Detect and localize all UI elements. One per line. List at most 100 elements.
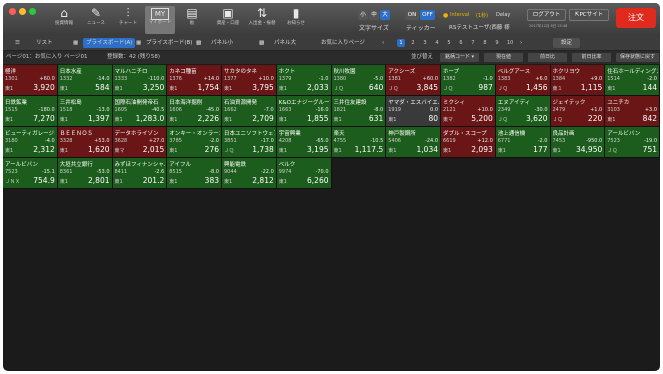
font-size-large-button[interactable]: 大: [380, 10, 390, 20]
stock-panel[interactable]: 興能電鉄 9044 -22.0 東1 2,812: [222, 158, 277, 189]
stock-panel[interactable]: ビューティガレージ 3180 -4.0 東1 2,312: [3, 127, 58, 158]
stock-price: 3,795: [252, 83, 274, 92]
close-window-button[interactable]: [9, 8, 16, 15]
stock-panel[interactable]: 国際石油開発帝石 1605 -40.5 東1 1,283.0: [112, 96, 168, 127]
stock-panel[interactable]: 日鉄鉱業 1515 -180.0 東1 7,270: [3, 96, 58, 127]
toolbar-notice-button[interactable]: ▮ お知らせ: [281, 6, 311, 34]
interval-label[interactable]: Interval: [450, 12, 469, 18]
page-5-button[interactable]: 5: [445, 39, 453, 47]
interval-dot-icon: ●: [443, 12, 449, 19]
stock-panel[interactable]: 日本ユニソフトウェア 3851 -17.0 ＪＱ 1,738: [222, 127, 277, 158]
stock-panel[interactable]: アールビバン 7523 -19.0 ＪＱ 751: [605, 127, 660, 158]
toolbar-asset-button[interactable]: ▣ 資産・口座: [213, 6, 243, 34]
stock-panel[interactable]: アクシーズ 1381 +60.0 ＪＱ 3,845: [386, 65, 441, 96]
stock-panel[interactable]: 日本海洋掘削 1606 -45.0 東1 2,226: [167, 96, 222, 127]
stock-panel[interactable]: アールビバン 7523 -15.1 ＪＮＸ 754.9: [3, 158, 58, 189]
prev-page-icon[interactable]: ‹: [382, 38, 384, 48]
next-page-icon[interactable]: ›: [520, 38, 522, 48]
logout-button[interactable]: ログアウト: [527, 9, 566, 21]
stock-panel[interactable]: 住石ホールディングス 1514 -2.0 東1 144: [605, 65, 660, 96]
stock-panel[interactable]: 極洋 1301 +60.0 東1 3,920: [3, 65, 58, 96]
stock-panel[interactable]: ユニチカ 3103 +3.0 東1 842: [605, 96, 660, 127]
stock-change: +60.0: [39, 76, 55, 82]
stock-panel[interactable]: データホライゾン 3628 +27.0 東マ 2,015: [112, 127, 168, 158]
setup-button[interactable]: 設定: [553, 38, 581, 48]
stock-panel[interactable]: カネコ種苗 1376 +14.0 東1 1,754: [167, 65, 222, 96]
stock-code: 1333: [114, 76, 128, 82]
stock-name: 宇宙興業: [278, 131, 301, 137]
price-board-a-button[interactable]: プライスボード(A): [83, 38, 136, 48]
stock-panel[interactable]: 秋川牧園 1380 -5.0 ＪＱ 640: [331, 65, 387, 96]
stock-panel[interactable]: 神戸製鋼所 5406 -24.0 東1 1,034: [386, 127, 441, 158]
stock-price: 144: [642, 83, 657, 92]
sort-change-button[interactable]: 前日比: [528, 53, 567, 62]
stock-panel[interactable]: 良品計画 7453 -950.0 東1 34,950: [550, 127, 606, 158]
delay-label[interactable]: Delay: [496, 12, 510, 18]
page-6-button[interactable]: 6: [457, 39, 465, 47]
ticker-on-button[interactable]: ON: [405, 10, 419, 20]
toolbar-portfolio-button[interactable]: ⌂ 投資情報: [49, 6, 79, 34]
font-size-medium-button[interactable]: 中: [369, 10, 379, 20]
page-4-button[interactable]: 4: [433, 39, 441, 47]
sort-change-rate-button[interactable]: 前日比率: [572, 53, 611, 62]
price-board-b-button[interactable]: プライスボード(B): [146, 38, 192, 48]
minimize-window-button[interactable]: [19, 8, 26, 15]
stock-name: K&Oエナジーグループ: [278, 100, 330, 106]
ticker-off-button[interactable]: OFF: [420, 10, 435, 20]
stock-panel[interactable]: 三井松島 1518 -13.0 東1 1,397: [57, 96, 113, 127]
stock-panel[interactable]: ＢＥＥＮＯＳ 3328 +53.0 東1 1,620: [57, 127, 113, 158]
page-3-button[interactable]: 3: [421, 39, 429, 47]
list-view-button[interactable]: リスト: [36, 38, 53, 48]
stock-panel[interactable]: 大垣共立銀行 8361 -53.0 東1 2,801: [57, 158, 113, 189]
toolbar-mypage-button[interactable]: MY マイボード: [145, 6, 175, 34]
stock-panel[interactable]: オンキー・オンラーン 3785 -2.0 東1 276: [167, 127, 222, 158]
stock-panel[interactable]: ミクシィ 2121 +10.0 東マ 5,200: [441, 96, 496, 127]
restore-button[interactable]: 保存状態に戻す: [616, 53, 659, 62]
page-8-button[interactable]: 8: [481, 39, 489, 47]
order-button[interactable]: 注文: [616, 8, 656, 28]
stock-market: 東1: [443, 148, 452, 154]
sort-current-price-button[interactable]: 現在値: [484, 53, 523, 62]
stock-panel[interactable]: エヌアイディ 2349 -30.0 ＪＱ 3,620: [495, 96, 551, 127]
panel-large-button[interactable]: パネル大: [274, 38, 296, 48]
stock-panel[interactable]: 楽天 4755 -10.5 東1 1,117.5: [331, 127, 387, 158]
stock-panel[interactable]: ダブル・スコープ 6619 +12.0 東1 2,093: [441, 127, 496, 158]
stock-name: 良品計画: [552, 131, 575, 137]
zoom-window-button[interactable]: [29, 8, 36, 15]
stock-panel[interactable]: マルハニチロ 1333 -110.0 東1 3,250: [112, 65, 168, 96]
stock-panel[interactable]: K&Oエナジーグループ 1663 -16.0 東1 1,855: [276, 96, 332, 127]
toolbar-board-button[interactable]: ▤ 板: [177, 6, 207, 34]
stock-panel[interactable]: 宇宙興業 4208 -65.0 東1 3,195: [276, 127, 332, 158]
stock-panel[interactable]: 日本水産 1332 -14.0 東1 584: [57, 65, 113, 96]
stock-panel[interactable]: サカタのタネ 1377 +10.0 東1 3,795: [222, 65, 277, 96]
stock-code: 6771: [497, 138, 511, 144]
pc-site-button[interactable]: ⇱PCサイト: [569, 9, 609, 21]
stock-panel[interactable]: ホクト 1379 -1.0 東1 2,033: [276, 65, 332, 96]
stock-panel[interactable]: ホクリヨウ 1384 +9.0 東１ 1,115: [550, 65, 606, 96]
stock-panel[interactable]: ホープ 1382 -1.0 ＪＱ 987: [441, 65, 496, 96]
stock-panel[interactable]: アイフル 8515 -8.0 東1 383: [167, 158, 222, 189]
stock-code: 3851: [224, 138, 237, 144]
stock-change: -13.0: [96, 107, 110, 113]
toolbar-news-button[interactable]: ✎ ニュース: [81, 6, 111, 34]
toolbar-deposit-button[interactable]: ⇅ 入出金・振替: [247, 6, 277, 34]
font-size-small-button[interactable]: 小: [358, 10, 368, 20]
panel-small-button[interactable]: パネル小: [211, 38, 233, 48]
page-10-button[interactable]: 10: [505, 39, 515, 47]
stock-panel[interactable]: 石油資源開発 1662 -7.0 東1 2,709: [222, 96, 277, 127]
page-1-button[interactable]: 1: [397, 39, 405, 47]
page-7-button[interactable]: 7: [469, 39, 477, 47]
page-2-button[interactable]: 2: [409, 39, 417, 47]
stock-panel[interactable]: ベルク 9974 -70.0 東1 6,260: [276, 158, 332, 189]
stock-panel[interactable]: 三井住友建設 1821 -8.0 東1 631: [331, 96, 387, 127]
toolbar-chart-button[interactable]: ⫶ チャート: [113, 6, 143, 34]
stock-name: ジェイテック: [552, 100, 586, 106]
stock-panel[interactable]: ベルグアース 1383 +6.0 ＪＱ 1,456: [495, 65, 551, 96]
stock-panel[interactable]: みずほフィナンシャル 8411 -2.6 東1 201.2: [112, 158, 168, 189]
stock-panel[interactable]: ヤマダ・エスバイエル 1919 0.0 東1 80: [386, 96, 441, 127]
list-menu-icon[interactable]: ☰: [15, 38, 20, 48]
stock-panel[interactable]: 池上通信機 6771 -2.0 東1 177: [495, 127, 551, 158]
sort-select[interactable]: 銘柄コード ▾: [440, 53, 479, 62]
page-9-button[interactable]: 9: [493, 39, 501, 47]
stock-panel[interactable]: ジェイテック 2479 +1.0 ＪＱ 220: [550, 96, 606, 127]
